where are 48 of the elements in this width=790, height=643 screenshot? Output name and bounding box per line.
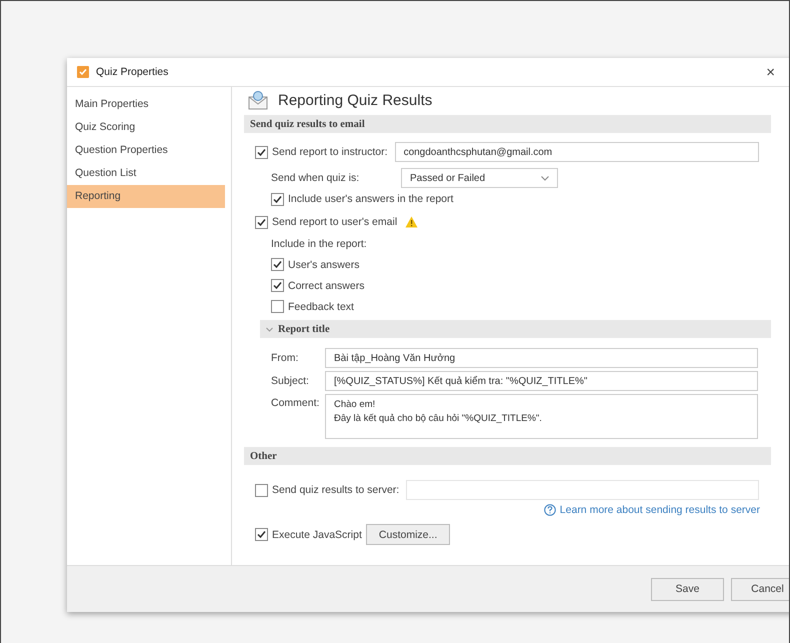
- window-title: Quiz Properties: [96, 66, 170, 78]
- checkbox[interactable]: [255, 216, 268, 228]
- dialog-button[interactable]: Cancel: [731, 578, 789, 600]
- section-label: Include in the report:: [271, 237, 367, 252]
- learn-more-link[interactable]: Learn more about sending results to server: [560, 504, 760, 516]
- sidebar-item[interactable]: Reporting: [67, 185, 225, 208]
- section-header: Send quiz results to email: [244, 115, 771, 133]
- sidebar-item[interactable]: Question Properties: [67, 139, 225, 162]
- checkbox-label: Send report to instructor:: [272, 146, 388, 158]
- page-title: Reporting Quiz Results: [278, 92, 432, 108]
- checkbox-label: Send quiz results to server:: [272, 484, 400, 496]
- sidebar-item[interactable]: Question List: [67, 162, 225, 185]
- checkbox[interactable]: [271, 300, 284, 313]
- subject-field[interactable]: [%QUIZ_STATUS%] Kết quả kiểm tra: "%QUIZ_TITLE%": [325, 371, 758, 391]
- field-label: Send when quiz is:: [271, 172, 360, 184]
- help-icon: [544, 504, 556, 516]
- condition-dropdown[interactable]: Passed or Failed: [401, 168, 558, 188]
- comment-field[interactable]: Chào em! Đây là kết quả cho bộ câu hỏi "%QUIZ_TITLE%".: [325, 394, 758, 439]
- sidebar-item[interactable]: Main Properties: [67, 93, 225, 116]
- checkbox-label: Send report to user's email: [272, 216, 398, 228]
- close-button[interactable]: ×: [766, 64, 775, 80]
- checkbox-label: Feedback text: [288, 300, 354, 312]
- checkbox[interactable]: [271, 258, 284, 271]
- chevron-down-icon: [541, 176, 549, 180]
- customize-button[interactable]: Customize...: [366, 524, 450, 545]
- dialog-button[interactable]: Save: [651, 578, 724, 600]
- chevron-down-icon: [266, 326, 273, 332]
- field-label: Comment:: [271, 397, 320, 409]
- section-title: Report title: [278, 324, 330, 334]
- app-icon: [77, 66, 89, 78]
- from-field[interactable]: Bài tập_Hoàng Văn Hưởng: [325, 348, 758, 368]
- section-header: Other: [244, 447, 771, 465]
- checkbox-label: User's answers: [288, 258, 360, 270]
- checkbox[interactable]: [255, 528, 268, 541]
- checkbox[interactable]: [255, 484, 268, 496]
- envelope-icon: [248, 90, 268, 110]
- field-label: Subject:: [271, 375, 310, 387]
- field-label: From:: [271, 352, 300, 364]
- checkbox-label: Include user's answers in the report: [288, 193, 454, 205]
- sidebar-item[interactable]: Quiz Scoring: [67, 116, 225, 139]
- checkbox[interactable]: [271, 279, 284, 292]
- server-url-field[interactable]: [406, 480, 760, 500]
- checkbox[interactable]: [255, 146, 268, 158]
- section-header[interactable]: Report title: [260, 320, 771, 338]
- checkbox-label: Correct answers: [288, 280, 364, 292]
- checkbox[interactable]: [271, 192, 284, 206]
- email-field[interactable]: congdoanthcsphutan@gmail.com: [394, 142, 759, 162]
- checkbox-label: Execute JavaScript: [272, 528, 362, 540]
